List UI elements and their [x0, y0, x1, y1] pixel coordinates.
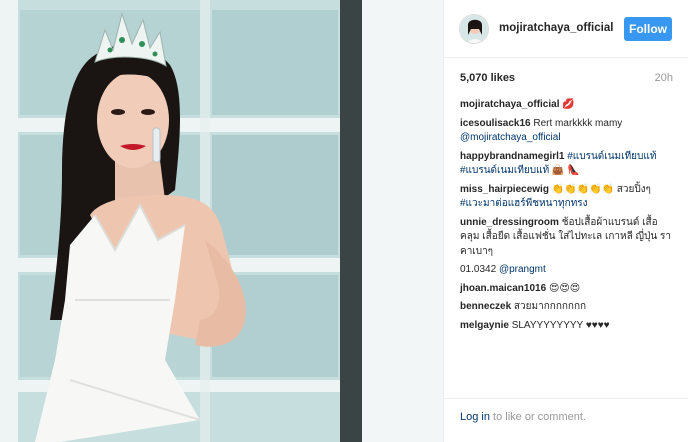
comment-author[interactable]: melgaynie: [460, 320, 509, 331]
comment-text: SLAYYYYYYYY ♥♥♥♥: [511, 319, 610, 331]
comment-author[interactable]: benneczek: [460, 301, 511, 312]
comment-author[interactable]: jhoan.maican1016: [460, 283, 546, 294]
comment-text: 😍😍😍: [548, 282, 581, 294]
comments-list: mojiratchaya_official 💋 icesoulisack16 R…: [460, 98, 676, 337]
comment-item: unnie_dressingroom ช้อปเสื้อผ้าแบรนด์ เส…: [460, 216, 676, 260]
comment-item: miss_hairpiecewig 👏👏👏👏👏 สวยปิ้งๆ #แวะมาต…: [460, 183, 676, 212]
comment-author[interactable]: unnie_dressingroom: [460, 217, 559, 228]
comment-text: สวยมากกกกกกก: [513, 301, 587, 312]
comment-item: icesoulisack16 Rert markkkk mamy @mojira…: [460, 117, 676, 146]
avatar-image: [460, 15, 488, 43]
comment-author[interactable]: 01.0342: [460, 264, 496, 275]
comment-text: 👏👏👏👏👏 สวยปิ้งๆ: [551, 183, 651, 195]
post-footer: Log in to like or comment.: [444, 398, 688, 442]
comment-item: melgaynie SLAYYYYYYYY ♥♥♥♥: [460, 319, 676, 334]
post-side-panel: mojiratchaya_official Follow 5,070 likes…: [443, 0, 688, 442]
username[interactable]: mojiratchaya_official: [499, 22, 613, 34]
comment-item: benneczek สวยมากกกกกกก: [460, 300, 676, 315]
login-link[interactable]: Log in: [460, 411, 490, 423]
comment-author[interactable]: icesoulisack16: [460, 118, 531, 129]
comment-item: mojiratchaya_official 💋: [460, 98, 676, 113]
post-photo[interactable]: [0, 0, 443, 442]
post-time[interactable]: 20h: [655, 72, 673, 84]
comment-text: 💋: [562, 99, 575, 110]
comment-item: happybrandnamegirl1 #แบรนด์เนมเทียบแท้ #…: [460, 150, 676, 179]
follow-button[interactable]: Follow: [624, 17, 672, 41]
photo-illustration: [0, 0, 443, 442]
comment-item: jhoan.maican1016 😍😍😍: [460, 282, 676, 297]
comment-text: Rert markkkk mamy: [533, 117, 623, 129]
comment-author[interactable]: mojiratchaya_official: [460, 99, 559, 110]
avatar[interactable]: [459, 14, 489, 44]
login-prompt-text: to like or comment.: [489, 411, 586, 423]
comment-mention[interactable]: @prangmt: [499, 264, 546, 275]
comment-author[interactable]: happybrandnamegirl1: [460, 151, 564, 162]
login-prompt: Log in to like or comment.: [460, 411, 586, 423]
comment-hashtag[interactable]: #แวะมาต่อแฮร์พีชหนาทุกทรง: [460, 198, 588, 209]
comment-text-tail: 👜 👠: [549, 165, 580, 176]
post-header: mojiratchaya_official Follow: [444, 0, 688, 58]
likes-count[interactable]: 5,070 likes: [460, 72, 515, 84]
comment-author[interactable]: miss_hairpiecewig: [460, 184, 549, 195]
post-meta: 5,070 likes 20h: [460, 72, 673, 86]
comment-mention[interactable]: @mojiratchaya_official: [460, 132, 561, 143]
comment-item: 01.0342 @prangmt: [460, 263, 676, 278]
